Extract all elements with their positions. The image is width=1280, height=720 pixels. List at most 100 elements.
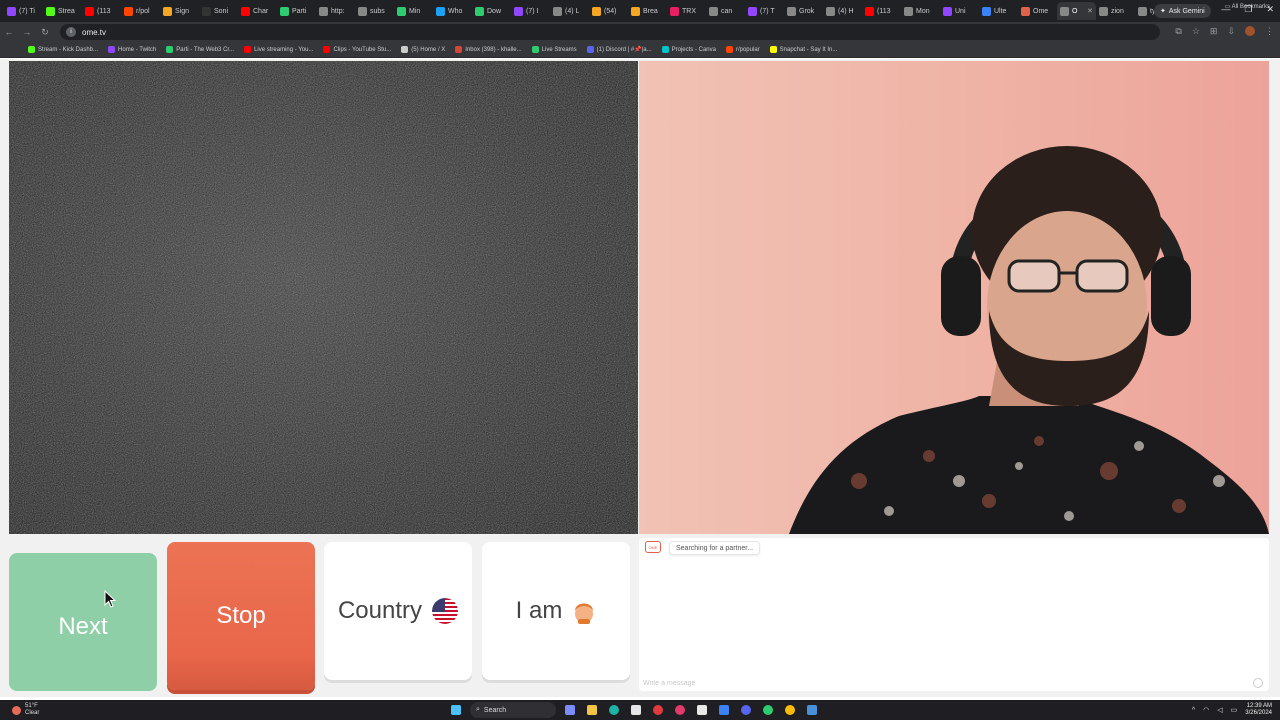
browser-tab[interactable]: zion [1096, 2, 1135, 20]
browser-tab[interactable]: TRX [667, 2, 706, 20]
tab-favicon-icon [904, 6, 913, 16]
browser-tab[interactable]: Who [433, 2, 472, 20]
tray-chevron-icon[interactable]: ^ [1192, 707, 1195, 714]
tab-favicon-icon [748, 6, 757, 16]
browser-tab[interactable]: r/pol [121, 2, 160, 20]
browser-tab[interactable]: (54) [589, 2, 628, 20]
browser-tab[interactable]: O ✕ [1057, 2, 1096, 20]
browser-tab[interactable]: Soni [199, 2, 238, 20]
browser-tab[interactable]: Grok [784, 2, 823, 20]
browser-tab[interactable]: (7) T [745, 2, 784, 20]
back-icon[interactable]: ← [0, 27, 18, 37]
browser-tab[interactable]: (4) L [550, 2, 589, 20]
profile-avatar[interactable] [1245, 26, 1255, 36]
browser-tab[interactable]: (113 [82, 2, 121, 20]
forward-icon[interactable]: → [18, 27, 36, 37]
capcut-icon[interactable] [694, 702, 710, 718]
gender-filter-button[interactable]: I am [482, 542, 630, 680]
chrome-icon[interactable] [782, 702, 798, 718]
downloads-icon[interactable]: ⇩ [1227, 26, 1235, 37]
tab-favicon-icon [280, 6, 289, 16]
weather-temp: 51°F [25, 703, 38, 709]
tab-favicon-icon [982, 6, 991, 16]
battery-icon[interactable]: ▭ [1231, 706, 1238, 714]
browser-tab[interactable]: Brea [628, 2, 667, 20]
chat-message-input[interactable] [643, 677, 1243, 689]
bookmark-item[interactable]: Parti - The Web3 Cr... [166, 46, 234, 53]
install-app-icon[interactable]: ⧉ [1175, 26, 1181, 37]
browser-tab[interactable]: Parti [277, 2, 316, 20]
bookmark-star-icon[interactable]: ☆ [1192, 26, 1200, 37]
close-tab-icon[interactable]: ✕ [1087, 7, 1093, 15]
bookmark-favicon-icon [166, 46, 174, 53]
stop-button[interactable]: Stop [167, 542, 315, 690]
bookmark-item[interactable]: Inbox (398) - khalle... [455, 46, 522, 53]
bookmark-item[interactable]: (5) Home / X [401, 46, 445, 53]
edge-icon[interactable] [606, 702, 622, 718]
emoji-icon[interactable] [1253, 678, 1263, 688]
bookmark-item[interactable]: Stream - Kick Dashb... [28, 46, 98, 53]
discord-icon[interactable] [738, 702, 754, 718]
windows-start-icon[interactable] [448, 702, 464, 718]
bookmark-favicon-icon [28, 46, 35, 53]
browser-tab[interactable]: can [706, 2, 745, 20]
browser-tab[interactable]: subs [355, 2, 394, 20]
bookmark-favicon-icon [108, 46, 116, 53]
browser-tab[interactable]: Ome [1018, 2, 1057, 20]
webcam-person-image [789, 146, 1269, 534]
bookmark-item[interactable]: Snapchat - Say It In... [769, 46, 837, 53]
bookmark-item[interactable]: (1) Discord | #📌|a... [586, 46, 652, 53]
bookmark-item[interactable]: Clips - YouTube Stu... [323, 46, 391, 53]
bookmark-item[interactable]: Home - Twitch [108, 46, 156, 53]
tab-label: Char [253, 7, 269, 15]
browser-tab[interactable]: Mon [901, 2, 940, 20]
file-explorer-icon[interactable] [584, 702, 600, 718]
ask-gemini-button[interactable]: ✦ Ask Gemini [1154, 4, 1211, 18]
browser-tab[interactable]: http: [316, 2, 355, 20]
browser-tab[interactable]: Dow [472, 2, 511, 20]
obs-icon[interactable] [804, 702, 820, 718]
app-red-icon[interactable] [650, 702, 666, 718]
site-info-icon[interactable]: i [66, 27, 76, 37]
app-pink-icon[interactable] [672, 702, 688, 718]
browser-tab[interactable]: Uni [940, 2, 979, 20]
country-label: Country [337, 597, 423, 624]
browser-tab[interactable]: (113 [862, 2, 901, 20]
next-button[interactable]: Next [9, 553, 157, 691]
bookmark-item[interactable]: Live streaming - You... [244, 46, 313, 53]
browser-tab[interactable]: Strea [43, 2, 82, 20]
bookmark-favicon-icon [323, 46, 331, 53]
browser-tab[interactable]: Min [394, 2, 433, 20]
all-bookmarks-button[interactable]: ▭ All Bookmarks [1225, 3, 1270, 10]
tab-label: Strea [58, 7, 75, 15]
bookmark-label: Inbox (398) - khalle... [465, 46, 522, 53]
extensions-icon[interactable]: ⊞ [1210, 26, 1218, 37]
wifi-icon[interactable]: ◠ [1203, 706, 1209, 714]
reload-icon[interactable]: ↻ [36, 27, 54, 38]
store-icon[interactable] [628, 702, 644, 718]
browser-tab[interactable]: Ulte [979, 2, 1018, 20]
taskbar-search[interactable]: ⌕ Search [470, 702, 556, 718]
bookmark-item[interactable]: r/popular [725, 46, 760, 53]
volume-icon[interactable]: ◁ [1217, 706, 1222, 714]
browser-tab[interactable]: Char [238, 2, 277, 20]
browser-tab[interactable]: (7) I [511, 2, 550, 20]
app-blue-icon[interactable] [716, 702, 732, 718]
browser-tab[interactable]: Sign [160, 2, 199, 20]
browser-tab[interactable]: (7) Ti [4, 2, 43, 20]
clock[interactable]: 12:39 AM 3/26/2024 [1245, 703, 1272, 717]
weather-widget[interactable]: 51°F Clear [12, 703, 39, 717]
browser-tab[interactable]: (4) H [823, 2, 862, 20]
bookmark-item[interactable]: Projects - Canva [661, 46, 716, 53]
copilot-icon[interactable] [562, 702, 578, 718]
bookmark-item[interactable]: Live Streams [531, 46, 577, 53]
weather-desc: Clear [25, 710, 40, 716]
tab-favicon-icon [163, 6, 172, 16]
url-field[interactable]: i ome.tv [60, 24, 1160, 40]
app-green-icon[interactable] [760, 702, 776, 718]
bookmark-favicon-icon [244, 46, 252, 53]
browser-menu-icon[interactable]: ⋮ [1265, 26, 1274, 37]
bookmark-label: (1) Discord | #📌|a... [596, 47, 652, 53]
ometv-logo-icon: OME [645, 541, 661, 553]
country-filter-button[interactable]: Country [324, 542, 472, 680]
